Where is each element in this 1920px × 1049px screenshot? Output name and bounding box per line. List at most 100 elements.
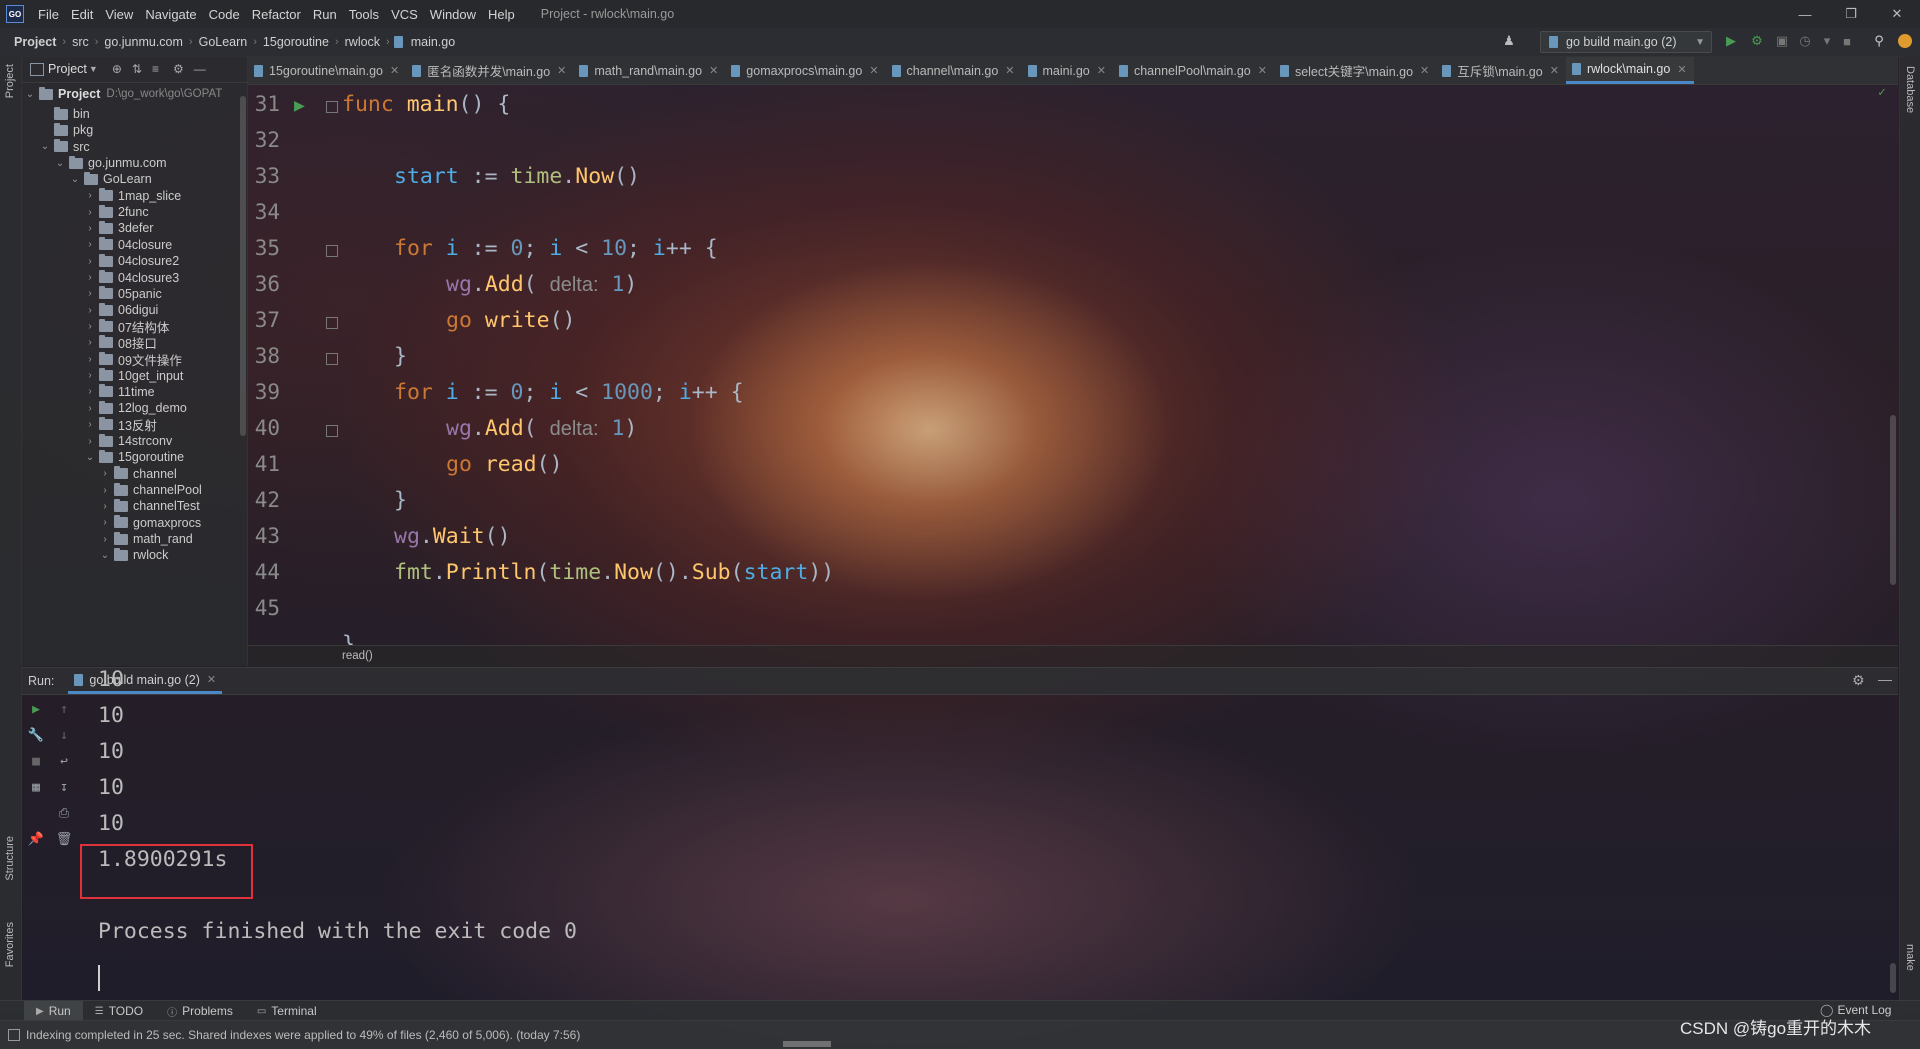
close-icon[interactable]: ✕ bbox=[869, 64, 878, 77]
close-icon[interactable]: ✕ bbox=[1677, 63, 1686, 76]
close-icon[interactable]: ✕ bbox=[1097, 64, 1106, 77]
hide-panel-icon[interactable]: — bbox=[1878, 671, 1892, 687]
tree-root[interactable]: ⌄ Project D:\go_work\go\GOPAT bbox=[24, 84, 222, 104]
menu-item-code[interactable]: Code bbox=[203, 7, 246, 22]
minimize-icon[interactable]: — bbox=[1782, 0, 1828, 28]
tool-tab-run[interactable]: ▶ Run bbox=[24, 1001, 83, 1021]
menu-item-file[interactable]: File bbox=[32, 7, 65, 22]
breadcrumb-item[interactable]: GoLearn bbox=[197, 35, 250, 49]
console-scrollbar[interactable] bbox=[1890, 963, 1896, 993]
editor-scrollbar[interactable] bbox=[1890, 415, 1896, 585]
fold-marker[interactable] bbox=[326, 101, 338, 113]
breadcrumb-separator-icon: › bbox=[62, 36, 67, 48]
hide-panel-icon[interactable]: — bbox=[194, 62, 206, 76]
expand-all-icon[interactable]: ⇅ bbox=[132, 62, 142, 76]
editor-tab[interactable]: 互斥锁\main.go ✕ bbox=[1436, 57, 1566, 84]
collapse-all-icon[interactable]: ≡ bbox=[152, 62, 159, 76]
rerun-icon[interactable]: ▶ bbox=[27, 700, 45, 718]
editor-tab[interactable]: channelPool\main.go ✕ bbox=[1113, 57, 1274, 84]
menu-item-window[interactable]: Window bbox=[424, 7, 482, 22]
fold-marker[interactable] bbox=[326, 425, 338, 437]
breadcrumb-item[interactable]: main.go bbox=[409, 35, 457, 49]
profile-icon[interactable]: ◷ bbox=[1796, 32, 1814, 50]
run-configuration-select[interactable]: go build main.go (2) ▼ bbox=[1540, 31, 1712, 53]
console-output[interactable]: ▶ ↑ 🔧 ↓ ■ ↩ ▦ ↧ ⎙ 📌 🗑 10 10 10 10 10 1.890029… bbox=[22, 667, 1898, 1000]
breadcrumb-item[interactable]: 15goroutine bbox=[261, 35, 331, 49]
tree-item[interactable]: ⌄ rwlock bbox=[99, 545, 168, 565]
gear-icon[interactable]: ⚙ bbox=[1852, 672, 1865, 689]
menu-item-edit[interactable]: Edit bbox=[65, 7, 99, 22]
fold-marker[interactable] bbox=[326, 317, 338, 329]
breadcrumb-function[interactable]: read() bbox=[342, 650, 373, 662]
close-icon[interactable]: ✕ bbox=[390, 64, 399, 77]
tree-item-label: 04closure2 bbox=[118, 254, 180, 269]
wrench-icon[interactable]: 🔧 bbox=[27, 726, 45, 744]
menu-item-navigate[interactable]: Navigate bbox=[139, 7, 202, 22]
close-icon[interactable]: ✕ bbox=[207, 673, 216, 686]
restore-icon[interactable]: ❐ bbox=[1828, 0, 1874, 28]
search-icon[interactable]: ⚲ bbox=[1870, 32, 1888, 50]
menu-item-refactor[interactable]: Refactor bbox=[246, 7, 307, 22]
breadcrumb-item[interactable]: src bbox=[70, 35, 91, 49]
menu-item-run[interactable]: Run bbox=[307, 7, 343, 22]
database-tool-button[interactable]: Database bbox=[1904, 66, 1916, 113]
menu-item-help[interactable]: Help bbox=[482, 7, 521, 22]
editor-tab[interactable]: rwlock\main.go ✕ bbox=[1565, 57, 1694, 84]
fold-marker[interactable] bbox=[326, 353, 338, 365]
trash-icon[interactable]: 🗑 bbox=[55, 830, 73, 848]
menu-item-vcs[interactable]: VCS bbox=[385, 7, 424, 22]
editor-tab[interactable]: 15goroutine\main.go ✕ bbox=[248, 57, 406, 84]
scroll-up-icon[interactable]: ↑ bbox=[55, 700, 73, 718]
editor-tab[interactable]: select关键字\main.go ✕ bbox=[1274, 57, 1436, 84]
breadcrumb-item[interactable]: rwlock bbox=[343, 35, 382, 49]
locate-icon[interactable]: ⊕ bbox=[112, 62, 122, 76]
user-icon[interactable]: ♟ bbox=[1500, 32, 1518, 50]
tool-tab-problems[interactable]: ⓘ Problems bbox=[155, 1001, 245, 1021]
run-gutter-icon[interactable]: ▶ bbox=[294, 95, 305, 116]
menu-item-tools[interactable]: Tools bbox=[343, 7, 385, 22]
close-icon[interactable]: ✕ bbox=[1874, 0, 1920, 28]
close-icon[interactable]: ✕ bbox=[1258, 64, 1267, 77]
editor-tab[interactable]: gomaxprocs\main.go ✕ bbox=[725, 57, 885, 84]
breadcrumb-item[interactable]: Project bbox=[12, 35, 58, 49]
go-file-icon bbox=[731, 64, 741, 77]
editor-tab[interactable]: 匿名函数并发\main.go ✕ bbox=[406, 57, 573, 84]
close-icon[interactable]: ✕ bbox=[1420, 64, 1429, 77]
make-tool-button[interactable]: make bbox=[1904, 944, 1916, 971]
tool-tab-todo[interactable]: ☰ TODO bbox=[83, 1001, 155, 1021]
layout-icon[interactable]: ▦ bbox=[27, 778, 45, 796]
run-tab[interactable]: go build main.go (2) ✕ bbox=[68, 668, 223, 694]
fold-marker[interactable] bbox=[326, 245, 338, 257]
coverage-icon[interactable]: ▣ bbox=[1773, 32, 1791, 50]
tool-tab-terminal[interactable]: ▭ Terminal bbox=[245, 1001, 329, 1021]
editor-tab[interactable]: maini.go ✕ bbox=[1022, 57, 1113, 84]
code-editor[interactable]: 31 32 33 34 35 36 37 38 39 40 41 42 43 44 45 ▶ func ma… bbox=[248, 85, 1898, 645]
gear-icon[interactable]: ⚙ bbox=[173, 62, 184, 76]
project-view-select[interactable]: Project bbox=[48, 62, 87, 76]
menu-item-view[interactable]: View bbox=[99, 7, 139, 22]
scroll-to-end-icon[interactable]: ↧ bbox=[55, 778, 73, 796]
close-icon[interactable]: ✕ bbox=[557, 64, 566, 77]
print-icon[interactable]: ⎙ bbox=[55, 804, 73, 822]
debug-icon[interactable]: ⚙ bbox=[1748, 32, 1766, 50]
editor-tab[interactable]: channel\main.go ✕ bbox=[886, 57, 1022, 84]
stop-icon[interactable]: ■ bbox=[27, 752, 45, 770]
soft-wrap-icon[interactable]: ↩ bbox=[55, 752, 73, 770]
breadcrumb-item[interactable]: go.junmu.com bbox=[102, 35, 185, 49]
structure-tool-button[interactable]: Structure bbox=[4, 836, 16, 881]
editor-tab[interactable]: math_rand\main.go ✕ bbox=[573, 57, 725, 84]
line-number: 43 bbox=[254, 524, 280, 548]
more-run-icon[interactable]: ▾ bbox=[1818, 32, 1836, 50]
project-tool-button[interactable]: Project bbox=[4, 64, 16, 98]
close-icon[interactable]: ✕ bbox=[1005, 64, 1014, 77]
update-icon[interactable] bbox=[1896, 32, 1914, 50]
run-icon[interactable]: ▶ bbox=[1722, 32, 1740, 50]
close-icon[interactable]: ✕ bbox=[709, 64, 718, 77]
favorites-tool-button[interactable]: Favorites bbox=[4, 922, 16, 967]
pin-icon[interactable]: 📌 bbox=[27, 830, 45, 848]
scroll-down-icon[interactable]: ↓ bbox=[55, 726, 73, 744]
close-icon[interactable]: ✕ bbox=[1550, 64, 1559, 77]
stop-icon[interactable]: ■ bbox=[1838, 32, 1856, 50]
project-scrollbar[interactable] bbox=[240, 96, 246, 436]
status-toggle-icon[interactable] bbox=[8, 1029, 20, 1041]
